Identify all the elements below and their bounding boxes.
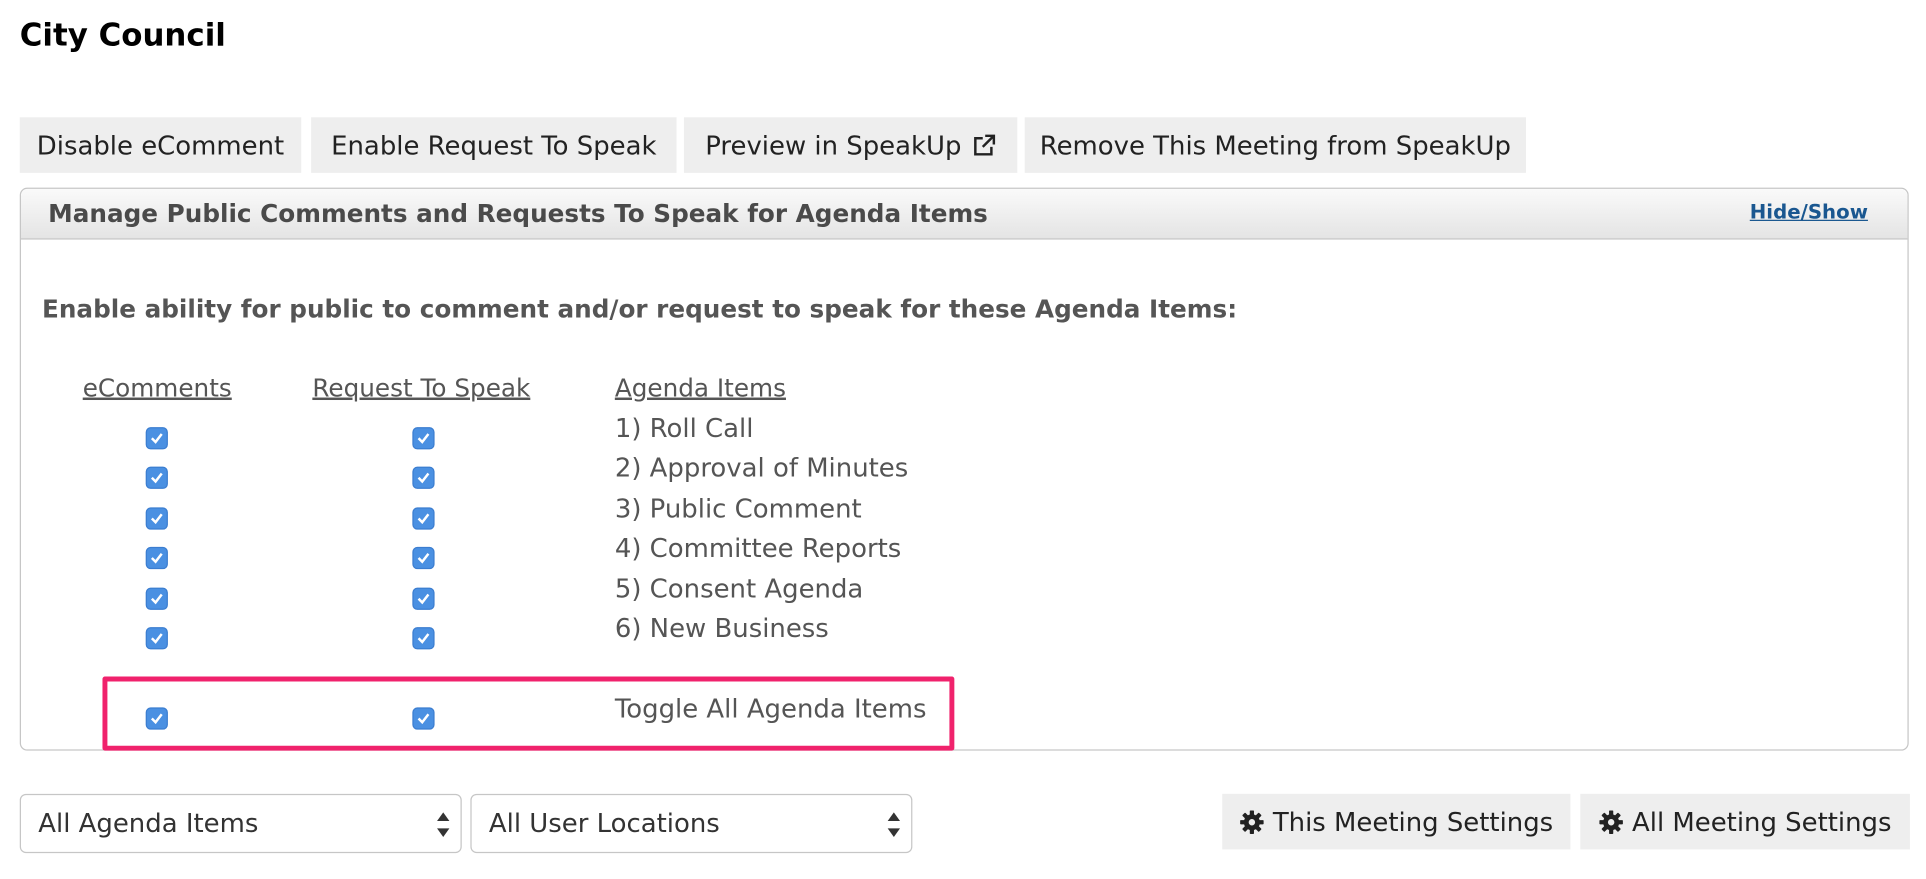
request-to-speak-checkbox[interactable] bbox=[412, 466, 435, 489]
manage-comments-panel: Manage Public Comments and Requests To S… bbox=[19, 187, 1909, 751]
select-arrows-icon bbox=[887, 812, 901, 838]
preview-button-label: Preview in SpeakUp bbox=[705, 130, 962, 160]
enable-request-to-speak-button[interactable]: Enable Request To Speak bbox=[311, 117, 677, 173]
agenda-items-select[interactable]: All Agenda Items bbox=[19, 793, 462, 854]
agenda-item-label: 2) Approval of Minutes bbox=[614, 453, 909, 483]
checkmark-icon bbox=[150, 633, 163, 644]
agenda-items-column-header: Agenda Items bbox=[614, 372, 786, 403]
checkmark-icon bbox=[150, 593, 163, 605]
this-meeting-settings-button[interactable]: This Meeting Settings bbox=[1222, 793, 1571, 850]
agenda-item-label: 6) New Business bbox=[614, 613, 829, 644]
user-locations-select[interactable]: All User Locations bbox=[470, 793, 913, 854]
panel-header: Manage Public Comments and Requests To S… bbox=[20, 188, 1908, 240]
external-link-icon bbox=[973, 133, 995, 155]
checkmark-icon bbox=[417, 472, 430, 484]
page-title: City Council bbox=[19, 17, 226, 54]
checkmark-icon bbox=[417, 513, 430, 525]
ecomment-checkbox[interactable] bbox=[145, 627, 168, 650]
instructions-text: Enable ability for public to comment and… bbox=[41, 293, 1238, 324]
ecomment-checkbox[interactable] bbox=[145, 466, 168, 489]
disable-ecomment-button[interactable]: Disable eComment bbox=[19, 117, 302, 173]
user-locations-select-value: All User Locations bbox=[488, 808, 720, 839]
agenda-item-label: 5) Consent Agenda bbox=[614, 574, 864, 604]
checkmark-icon bbox=[150, 472, 163, 484]
checkmark-icon bbox=[150, 513, 163, 525]
checkmark-icon bbox=[417, 593, 430, 605]
request-to-speak-checkbox[interactable] bbox=[412, 627, 435, 650]
toggle-all-label: Toggle All Agenda Items bbox=[614, 693, 927, 724]
this-meeting-settings-label: This Meeting Settings bbox=[1272, 806, 1554, 837]
ecomment-checkbox[interactable] bbox=[145, 427, 168, 450]
request-to-speak-checkbox[interactable] bbox=[412, 507, 435, 530]
preview-in-speakup-button[interactable]: Preview in SpeakUp bbox=[683, 117, 1018, 173]
agenda-item-label: 3) Public Comment bbox=[614, 493, 862, 524]
request-to-speak-checkbox[interactable] bbox=[412, 427, 435, 450]
remove-meeting-button[interactable]: Remove This Meeting from SpeakUp bbox=[1024, 117, 1526, 173]
agenda-item-label: 4) Committee Reports bbox=[614, 533, 902, 563]
request-to-speak-checkbox[interactable] bbox=[412, 587, 435, 610]
panel-title: Manage Public Comments and Requests To S… bbox=[48, 198, 988, 229]
hide-show-link[interactable]: Hide/Show bbox=[1750, 200, 1868, 223]
toggle-all-ecomment-checkbox[interactable] bbox=[145, 707, 168, 730]
checkmark-icon bbox=[417, 713, 430, 725]
toggle-all-request-checkbox[interactable] bbox=[412, 707, 435, 730]
ecomment-checkbox[interactable] bbox=[145, 587, 168, 610]
gear-icon bbox=[1599, 809, 1623, 834]
request-to-speak-column-header: Request To Speak bbox=[312, 372, 531, 403]
checkmark-icon bbox=[150, 713, 163, 725]
checkmark-icon bbox=[417, 552, 430, 564]
agenda-items-select-value: All Agenda Items bbox=[38, 808, 259, 839]
checkmark-icon bbox=[417, 433, 430, 444]
agenda-item-label: 1) Roll Call bbox=[614, 413, 754, 444]
checkmark-icon bbox=[150, 433, 163, 444]
checkmark-icon bbox=[150, 552, 163, 564]
ecomment-checkbox[interactable] bbox=[145, 507, 168, 530]
ecomment-checkbox[interactable] bbox=[145, 546, 168, 570]
checkmark-icon bbox=[417, 633, 430, 644]
select-arrows-icon bbox=[437, 812, 450, 838]
ecomments-column-header: eComments bbox=[82, 372, 232, 403]
all-meeting-settings-label: All Meeting Settings bbox=[1632, 806, 1892, 837]
all-meeting-settings-button[interactable]: All Meeting Settings bbox=[1580, 793, 1910, 850]
gear-icon bbox=[1240, 809, 1264, 834]
request-to-speak-checkbox[interactable] bbox=[412, 546, 435, 570]
